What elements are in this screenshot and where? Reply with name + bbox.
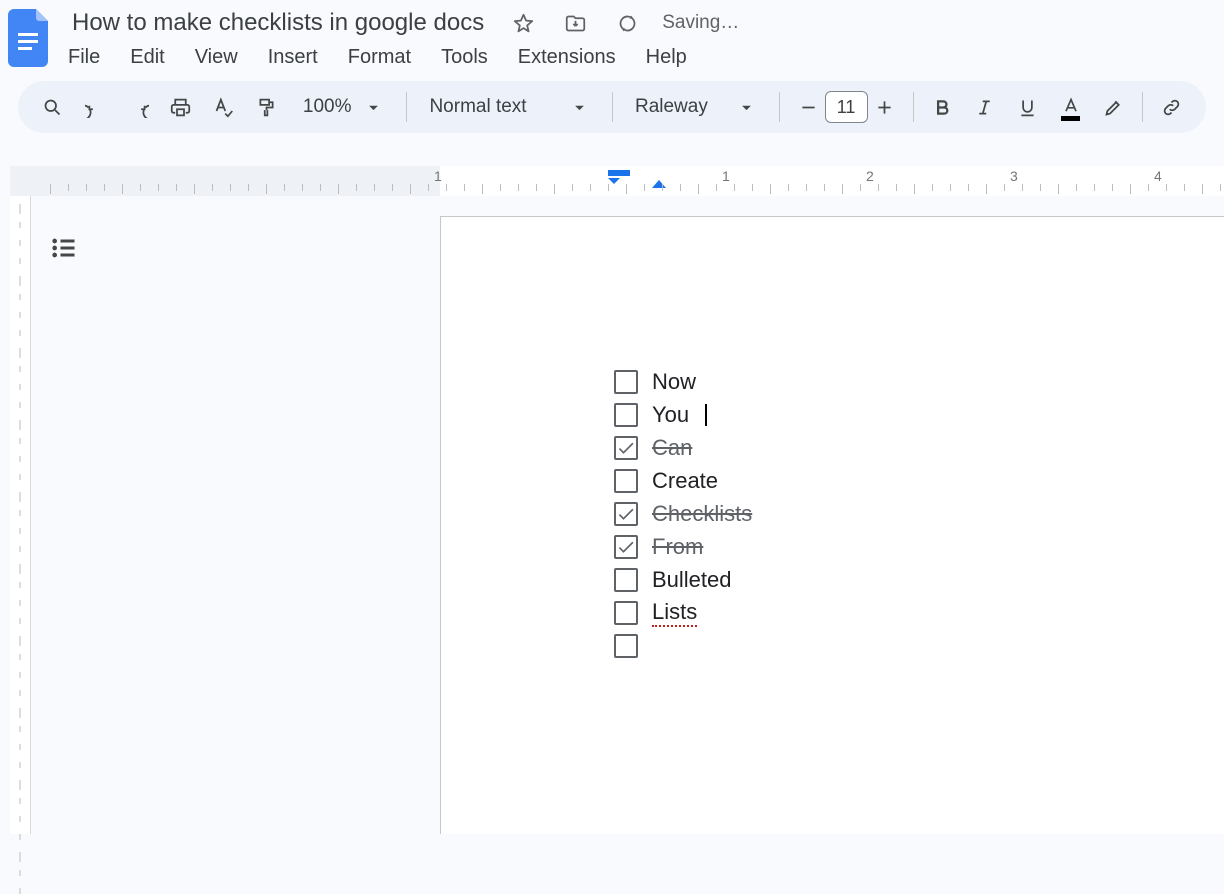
save-status: Saving… bbox=[662, 12, 739, 34]
menu-extensions[interactable]: Extensions bbox=[518, 44, 616, 71]
ruler-number: 1 bbox=[434, 168, 442, 184]
menubar: File Edit View Insert Format Tools Exten… bbox=[68, 44, 1224, 71]
ruler-number: 1 bbox=[722, 168, 730, 184]
text-cursor bbox=[705, 404, 707, 426]
menu-insert[interactable]: Insert bbox=[268, 44, 318, 71]
menu-view[interactable]: View bbox=[195, 44, 238, 71]
text-color-icon[interactable] bbox=[1054, 90, 1087, 124]
checklist-item-text[interactable]: Can bbox=[652, 435, 692, 461]
underline-icon[interactable] bbox=[1011, 90, 1044, 124]
chevron-down-icon bbox=[736, 97, 757, 118]
checklist-item-text[interactable]: From bbox=[652, 534, 703, 560]
paint-format-icon[interactable] bbox=[250, 90, 283, 124]
checklist-item[interactable]: Create bbox=[614, 464, 752, 497]
checkbox-checked-icon[interactable] bbox=[614, 502, 638, 526]
bold-icon[interactable] bbox=[926, 90, 959, 124]
checkbox-checked-icon[interactable] bbox=[614, 436, 638, 460]
ruler-number: 2 bbox=[866, 168, 874, 184]
checkbox-unchecked-icon[interactable] bbox=[614, 634, 638, 658]
zoom-dropdown[interactable]: 100% bbox=[293, 90, 395, 124]
undo-icon[interactable] bbox=[79, 90, 112, 124]
checkbox-unchecked-icon[interactable] bbox=[614, 370, 638, 394]
checkbox-checked-icon[interactable] bbox=[614, 535, 638, 559]
spellcheck-icon[interactable] bbox=[207, 90, 240, 124]
checkbox-unchecked-icon[interactable] bbox=[614, 403, 638, 427]
checkbox-unchecked-icon[interactable] bbox=[614, 568, 638, 592]
document-title[interactable]: How to make checklists in google docs bbox=[68, 7, 488, 39]
menu-edit[interactable]: Edit bbox=[130, 44, 164, 71]
font-dropdown[interactable]: Raleway bbox=[625, 90, 767, 124]
paragraph-style-value: Normal text bbox=[429, 96, 526, 118]
menu-format[interactable]: Format bbox=[348, 44, 411, 71]
page[interactable] bbox=[440, 216, 1224, 834]
checklist-item[interactable]: Lists bbox=[614, 596, 752, 629]
checklist-item-text[interactable]: Now bbox=[652, 369, 696, 395]
first-line-indent-handle[interactable] bbox=[608, 170, 630, 176]
chevron-down-icon bbox=[363, 97, 384, 118]
menu-help[interactable]: Help bbox=[646, 44, 687, 71]
menu-tools[interactable]: Tools bbox=[441, 44, 488, 71]
checklist-item-text[interactable]: Lists bbox=[652, 599, 697, 627]
checklist-item[interactable]: Checklists bbox=[614, 497, 752, 530]
move-to-drive-icon[interactable] bbox=[558, 6, 592, 40]
docs-logo[interactable] bbox=[6, 6, 54, 70]
paragraph-style-dropdown[interactable]: Normal text bbox=[419, 90, 600, 124]
italic-icon[interactable] bbox=[968, 90, 1001, 124]
checkbox-unchecked-icon[interactable] bbox=[614, 469, 638, 493]
checklist-item[interactable] bbox=[614, 629, 752, 662]
checklist-item[interactable]: You bbox=[614, 398, 752, 431]
insert-link-icon[interactable] bbox=[1155, 90, 1188, 124]
star-icon[interactable] bbox=[506, 6, 540, 40]
cloud-status-icon[interactable] bbox=[610, 6, 644, 40]
horizontal-ruler[interactable]: 1 1 2 3 4 bbox=[10, 166, 1224, 196]
zoom-value: 100% bbox=[303, 96, 352, 118]
checklist-item[interactable]: Can bbox=[614, 431, 752, 464]
checklist-item[interactable]: Bulleted bbox=[614, 563, 752, 596]
toolbar: 100% Normal text Raleway 11 bbox=[18, 81, 1206, 133]
font-size-input[interactable]: 11 bbox=[825, 91, 868, 123]
checklist-item-text[interactable]: You bbox=[652, 402, 689, 428]
checkbox-unchecked-icon[interactable] bbox=[614, 601, 638, 625]
search-menus-icon[interactable] bbox=[36, 90, 69, 124]
checklist-item-text[interactable]: Checklists bbox=[652, 501, 752, 527]
checklist-item[interactable]: Now bbox=[614, 365, 752, 398]
checklist-item[interactable]: From bbox=[614, 530, 752, 563]
increase-font-size-icon[interactable] bbox=[868, 90, 901, 124]
highlight-color-icon[interactable] bbox=[1097, 90, 1130, 124]
print-icon[interactable] bbox=[164, 90, 197, 124]
chevron-down-icon bbox=[569, 97, 590, 118]
checklist-item-text[interactable]: Create bbox=[652, 468, 718, 494]
ruler-number: 4 bbox=[1154, 168, 1162, 184]
decrease-font-size-icon[interactable] bbox=[792, 90, 825, 124]
redo-icon[interactable] bbox=[122, 90, 155, 124]
menu-file[interactable]: File bbox=[68, 44, 100, 71]
checklist-item-text[interactable]: Bulleted bbox=[652, 567, 732, 593]
font-value: Raleway bbox=[635, 96, 708, 118]
checklist[interactable]: Now You Can Create Checklists From Bulleted Lis… bbox=[614, 365, 752, 662]
ruler-number: 3 bbox=[1010, 168, 1018, 184]
